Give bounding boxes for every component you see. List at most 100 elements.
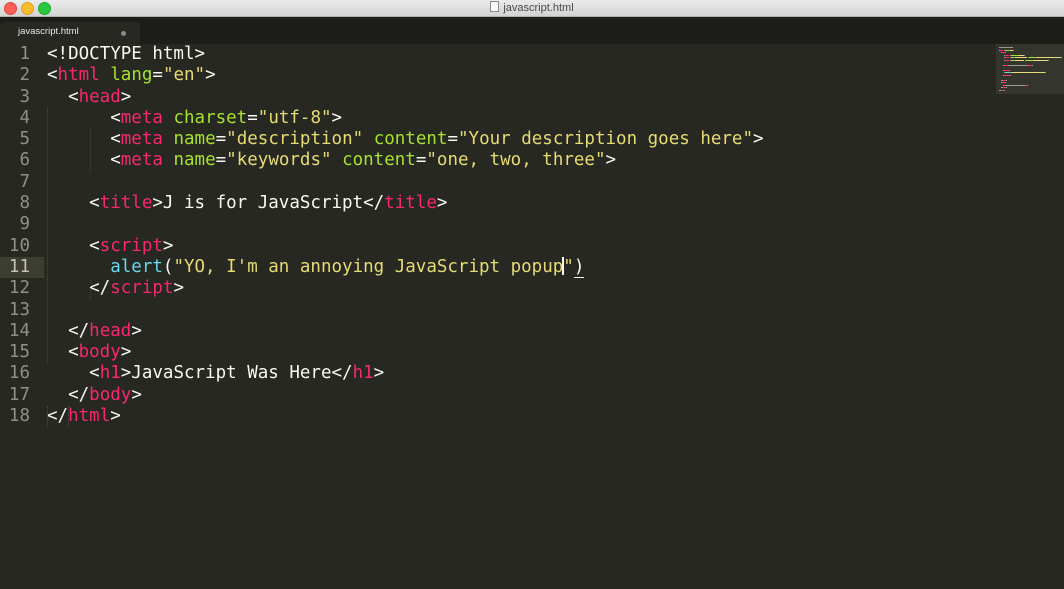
code-line[interactable]: ​ (47, 172, 987, 193)
code-line[interactable]: <script> (47, 236, 987, 257)
code-line[interactable]: <head> (47, 87, 987, 108)
code-line[interactable]: </head> (47, 321, 987, 342)
code-token: < (47, 150, 121, 170)
code-token: "one, two, three" (426, 150, 605, 170)
minimap-mark (1048, 60, 1049, 61)
code-token (363, 129, 374, 149)
code-token: "description" (226, 129, 363, 149)
tab-bar: javascript.html (0, 17, 1064, 44)
minimap-mark (1006, 87, 1007, 88)
code-token: > (205, 65, 216, 85)
minimap-mark (1015, 57, 1027, 58)
code-line[interactable]: <!DOCTYPE html> (47, 44, 987, 65)
code-token: content (342, 150, 416, 170)
code-line[interactable]: </script> (47, 278, 987, 299)
line-number-row: 3 (0, 87, 44, 108)
line-number: 2 (0, 65, 44, 86)
code-token: script (110, 278, 173, 298)
minimap-mark (1033, 60, 1048, 61)
minimap-mark (1005, 82, 1006, 83)
code-token: > (332, 108, 343, 128)
line-number-row: 2 (0, 65, 44, 86)
code-token: name (173, 150, 215, 170)
code-token: > (121, 87, 132, 107)
tab-close-icon[interactable] (121, 31, 126, 36)
minimap-mark (1005, 60, 1009, 61)
window-title: javascript.html (0, 0, 1064, 16)
minimap-mark (1000, 50, 1004, 51)
code-area[interactable]: <!DOCTYPE html><html lang="en"> <head> <… (47, 44, 987, 589)
minimap[interactable] (996, 44, 1064, 94)
line-number: 3 (0, 87, 44, 108)
code-line[interactable]: ​ (47, 214, 987, 235)
document-icon (490, 1, 499, 12)
indent-guide (90, 129, 92, 172)
code-line[interactable]: <body> (47, 342, 987, 363)
code-token: < (47, 342, 79, 362)
line-number-row: 8 (0, 193, 44, 214)
minimap-mark (1005, 85, 1025, 86)
tab-javascript-html[interactable]: javascript.html (0, 22, 140, 44)
code-token: ) (574, 257, 585, 278)
code-editor[interactable]: 123456789101112131415161718 <!DOCTYPE ht… (0, 44, 1064, 589)
code-line[interactable]: </body> (47, 385, 987, 406)
line-number-gutter: 123456789101112131415161718 (0, 44, 44, 589)
code-line[interactable]: <meta name="description" content="Your d… (47, 129, 987, 150)
code-token: alert (110, 257, 163, 277)
code-token: < (47, 236, 100, 256)
code-token: > (173, 278, 184, 298)
code-line[interactable]: <meta charset="utf-8"> (47, 108, 987, 129)
line-number-row: 12 (0, 278, 44, 299)
line-number: 17 (0, 385, 44, 406)
line-number: 10 (0, 236, 44, 257)
tab-label: javascript.html (18, 26, 79, 37)
indent-guide (47, 406, 49, 428)
title-bar[interactable]: javascript.html (0, 0, 1064, 17)
line-number: 5 (0, 129, 44, 150)
code-line[interactable]: </html> (47, 406, 987, 427)
minimap-mark (1008, 65, 1028, 66)
minimap-mark (1011, 72, 1044, 73)
code-token: "keywords" (226, 150, 331, 170)
code-token: = (416, 150, 427, 170)
code-token: meta (121, 150, 163, 170)
code-token: </ (47, 278, 110, 298)
line-number: 11 (0, 257, 44, 278)
code-line[interactable]: ​ (47, 300, 987, 321)
line-number: 6 (0, 150, 44, 171)
code-line[interactable]: alert("YO, I'm an annoying JavaScript po… (47, 257, 987, 278)
code-token: > (606, 150, 617, 170)
code-token: meta (121, 129, 163, 149)
minimap-mark (1009, 70, 1010, 71)
code-token: </ (47, 321, 89, 341)
line-number-row: 18 (0, 406, 44, 427)
code-line[interactable]: <title>J is for JavaScript</title> (47, 193, 987, 214)
code-line[interactable]: <html lang="en"> (47, 65, 987, 86)
line-number: 16 (0, 363, 44, 384)
minimap-mark (1024, 55, 1025, 56)
minimap-mark (1015, 60, 1024, 61)
code-token: content (374, 129, 448, 149)
code-token: body (89, 385, 131, 405)
code-line[interactable]: <meta name="keywords" content="one, two,… (47, 150, 987, 171)
code-token (100, 65, 111, 85)
code-token: >JavaScript Was Here</ (121, 363, 353, 383)
code-token: > (131, 321, 142, 341)
code-token: name (173, 129, 215, 149)
line-number: 9 (0, 214, 44, 235)
code-token: > (374, 363, 385, 383)
code-token: > (753, 129, 764, 149)
code-token: "utf-8" (258, 108, 332, 128)
code-token: = (247, 108, 258, 128)
minimap-mark (1005, 57, 1009, 58)
line-number: 12 (0, 278, 44, 299)
line-number-row: 14 (0, 321, 44, 342)
minimap-mark (1032, 65, 1033, 66)
code-token: charset (173, 108, 247, 128)
code-line[interactable]: <h1>JavaScript Was Here</h1> (47, 363, 987, 384)
code-token: h1 (353, 363, 374, 383)
code-token: = (447, 129, 458, 149)
code-token: </ (47, 385, 89, 405)
minimap-mark (999, 47, 1013, 48)
code-token: </ (47, 406, 68, 426)
